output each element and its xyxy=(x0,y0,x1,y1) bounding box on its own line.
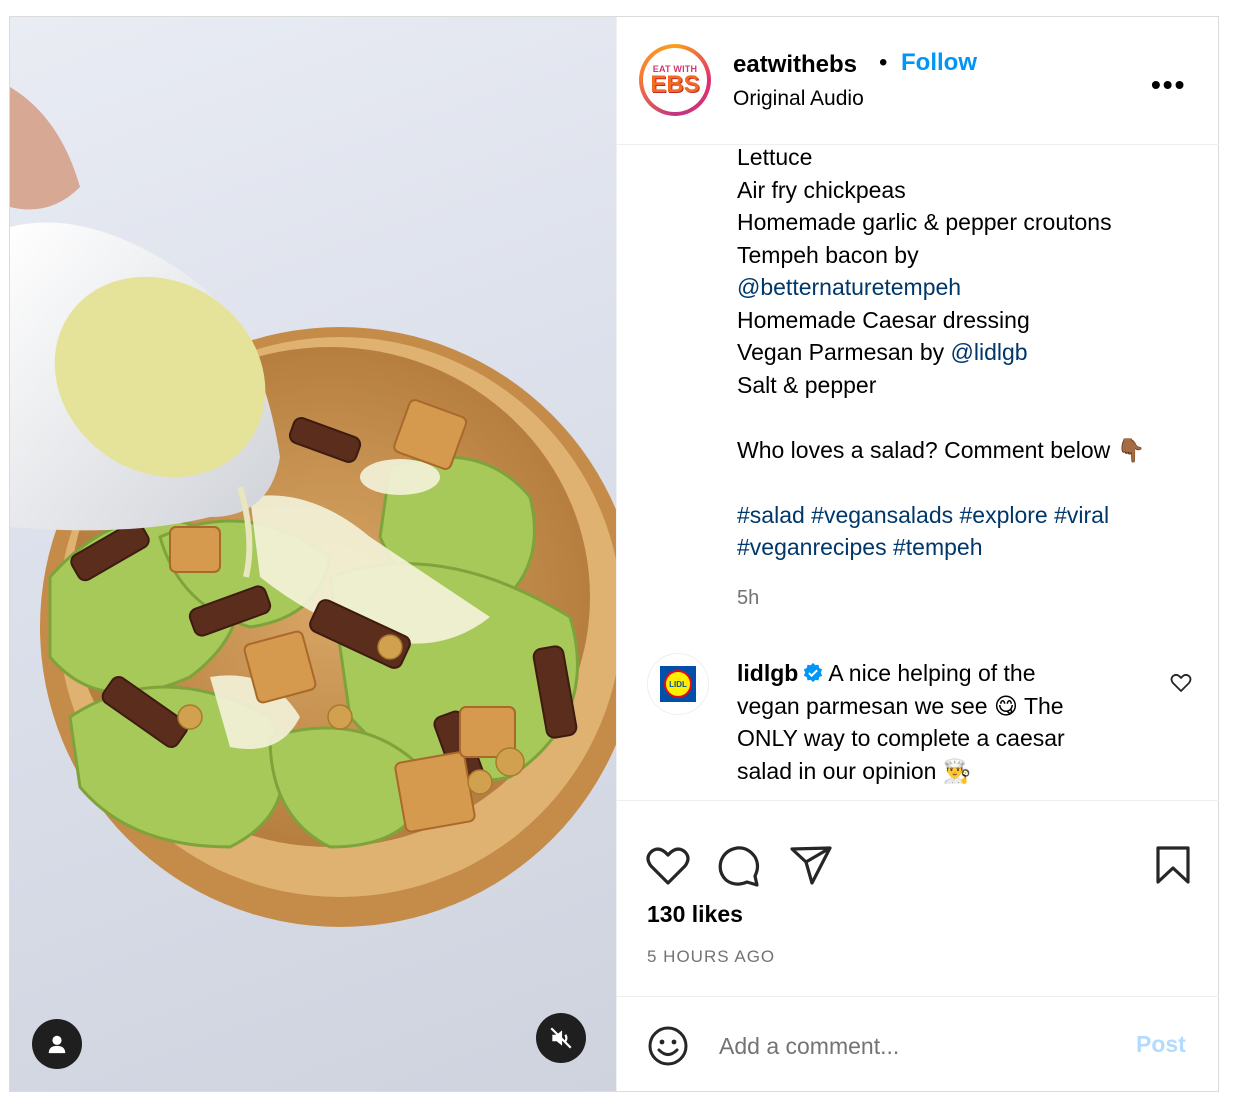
paper-plane-icon[interactable] xyxy=(789,845,833,887)
muted-speaker-icon xyxy=(550,1027,572,1049)
mention-lidlgb[interactable]: @lidlgb xyxy=(951,339,1028,365)
caption-line: Air fry chickpeas xyxy=(737,176,906,203)
comment-text: vegan parmesan we see 😋 The xyxy=(737,692,1064,719)
comment-item: lidlgb A nice helping of the vegan parmes… xyxy=(737,657,1157,787)
bookmark-icon[interactable] xyxy=(1155,845,1191,885)
smiley-icon[interactable] xyxy=(647,1025,689,1067)
caption-text: Vegan Parmesan by xyxy=(737,339,951,365)
author-avatar-logo: EAT WITH EBS xyxy=(643,48,707,112)
follow-button[interactable]: Follow xyxy=(901,49,977,77)
mute-toggle-button[interactable] xyxy=(536,1013,586,1063)
heart-icon[interactable] xyxy=(645,845,691,887)
more-options-icon[interactable]: ••• xyxy=(1151,69,1186,101)
caption-line: Homemade Caesar dressing xyxy=(737,306,1030,333)
post-video[interactable] xyxy=(10,17,616,1091)
caption-line: Lettuce xyxy=(737,144,813,170)
comment-text: A nice helping of the xyxy=(828,660,1036,686)
comment-input[interactable] xyxy=(717,1025,1101,1067)
action-bar xyxy=(617,800,1219,887)
tagged-users-button[interactable] xyxy=(32,1019,82,1069)
author-username[interactable]: eatwithebs xyxy=(733,51,857,79)
comment-like-heart-icon[interactable] xyxy=(1169,671,1193,695)
separator-dot: • xyxy=(879,49,888,76)
user-icon xyxy=(48,1035,66,1054)
likes-count[interactable]: 130 likes xyxy=(647,901,743,928)
author-avatar[interactable]: EAT WITH EBS xyxy=(639,44,711,116)
comment-bubble-icon[interactable] xyxy=(717,845,761,889)
add-comment-bar: Post xyxy=(617,996,1219,1091)
post-comment-button[interactable]: Post xyxy=(1136,1031,1186,1058)
post-side-panel: EAT WITH EBS eatwithebs • Follow Origina… xyxy=(616,17,1219,1091)
comment-text: salad in our opinion 👨‍🍳 xyxy=(737,757,972,784)
instagram-post: EAT WITH EBS eatwithebs • Follow Origina… xyxy=(9,16,1219,1092)
lidl-logo: LIDL xyxy=(660,666,696,702)
post-time[interactable]: 5 HOURS AGO xyxy=(647,947,775,967)
comment-line-1: lidlgb A nice helping of the xyxy=(737,657,1157,690)
commenter-username[interactable]: lidlgb xyxy=(737,660,798,686)
caption-line-parmesan: Vegan Parmesan by @lidlgb xyxy=(737,336,1197,369)
commenter-avatar[interactable]: LIDL xyxy=(647,653,709,715)
post-header: EAT WITH EBS eatwithebs • Follow Origina… xyxy=(617,17,1219,145)
lidl-logo-circle: LIDL xyxy=(664,670,692,698)
post-caption: Lettuce Air fry chickpeas Homemade garli… xyxy=(737,141,1197,564)
mention-betternaturetempeh[interactable]: @betternaturetempeh xyxy=(737,271,1197,304)
hashtags-line[interactable]: #veganrecipes #tempeh xyxy=(737,531,1197,564)
lidl-logo-text: LIDL xyxy=(669,679,687,689)
hashtags-line[interactable]: #salad #vegansalads #explore #viral xyxy=(737,499,1197,532)
audio-label[interactable]: Original Audio xyxy=(733,87,864,111)
comment-text: ONLY way to complete a caesar xyxy=(737,725,1065,751)
caption-line: Salt & pepper xyxy=(737,371,877,398)
caption-line: Tempeh bacon by xyxy=(737,241,919,268)
logo-main-text: EBS xyxy=(650,71,700,98)
verified-badge-icon xyxy=(804,662,823,683)
caption-line: Homemade garlic & pepper croutons xyxy=(737,209,1112,235)
salad-video-frame xyxy=(10,87,616,927)
caption-timestamp[interactable]: 5h xyxy=(737,587,759,610)
caption-question: Who loves a salad? Comment below 👇🏾 xyxy=(737,436,1146,463)
